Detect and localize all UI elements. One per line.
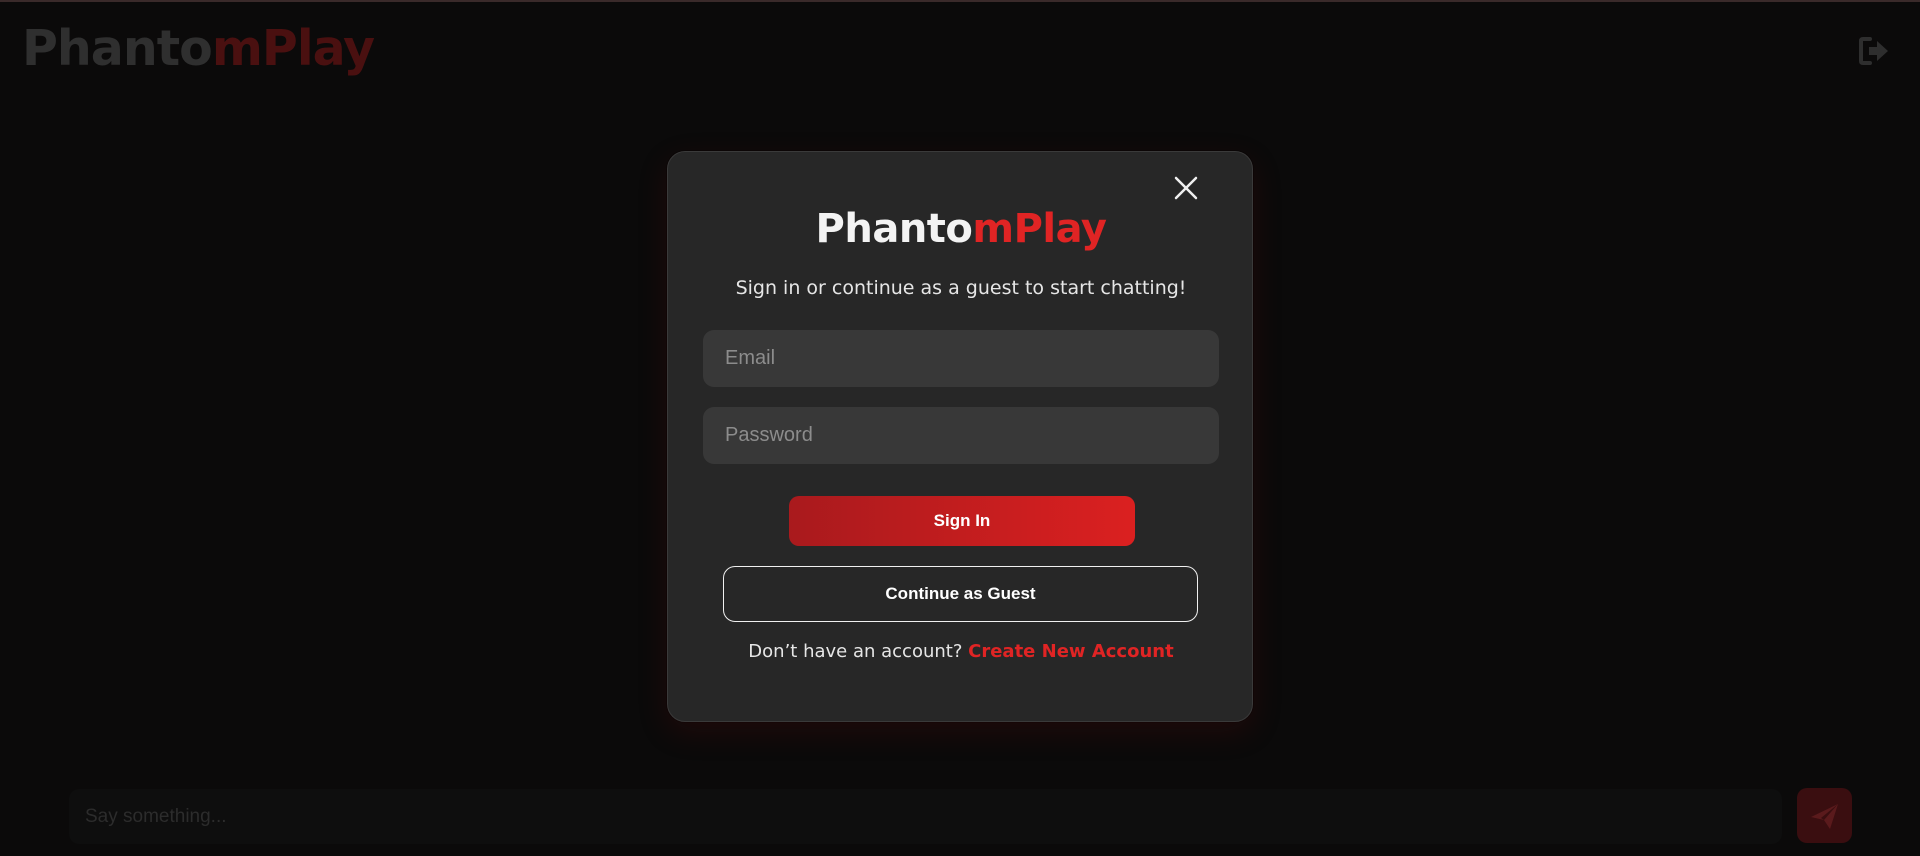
- email-field[interactable]: [703, 330, 1219, 387]
- signup-prompt: Don’t have an account? Create New Accoun…: [668, 641, 1254, 662]
- modal-subtitle: Sign in or continue as a guest to start …: [735, 277, 1187, 299]
- modal-logo: PhantomPlay: [668, 207, 1254, 251]
- close-icon: [1174, 176, 1198, 200]
- modal-overlay: PhantomPlay Sign in or continue as a gue…: [0, 0, 1920, 856]
- create-account-link[interactable]: Create New Account: [968, 641, 1174, 662]
- close-button[interactable]: [1168, 170, 1204, 206]
- password-field[interactable]: [703, 407, 1219, 464]
- sign-in-button[interactable]: Sign In: [789, 496, 1135, 546]
- modal-logo-part2: mPlay: [972, 206, 1107, 252]
- no-account-text: Don’t have an account?: [748, 641, 963, 662]
- login-modal: PhantomPlay Sign in or continue as a gue…: [667, 151, 1253, 722]
- continue-as-guest-button[interactable]: Continue as Guest: [723, 566, 1198, 622]
- modal-logo-part1: Phanto: [815, 206, 973, 252]
